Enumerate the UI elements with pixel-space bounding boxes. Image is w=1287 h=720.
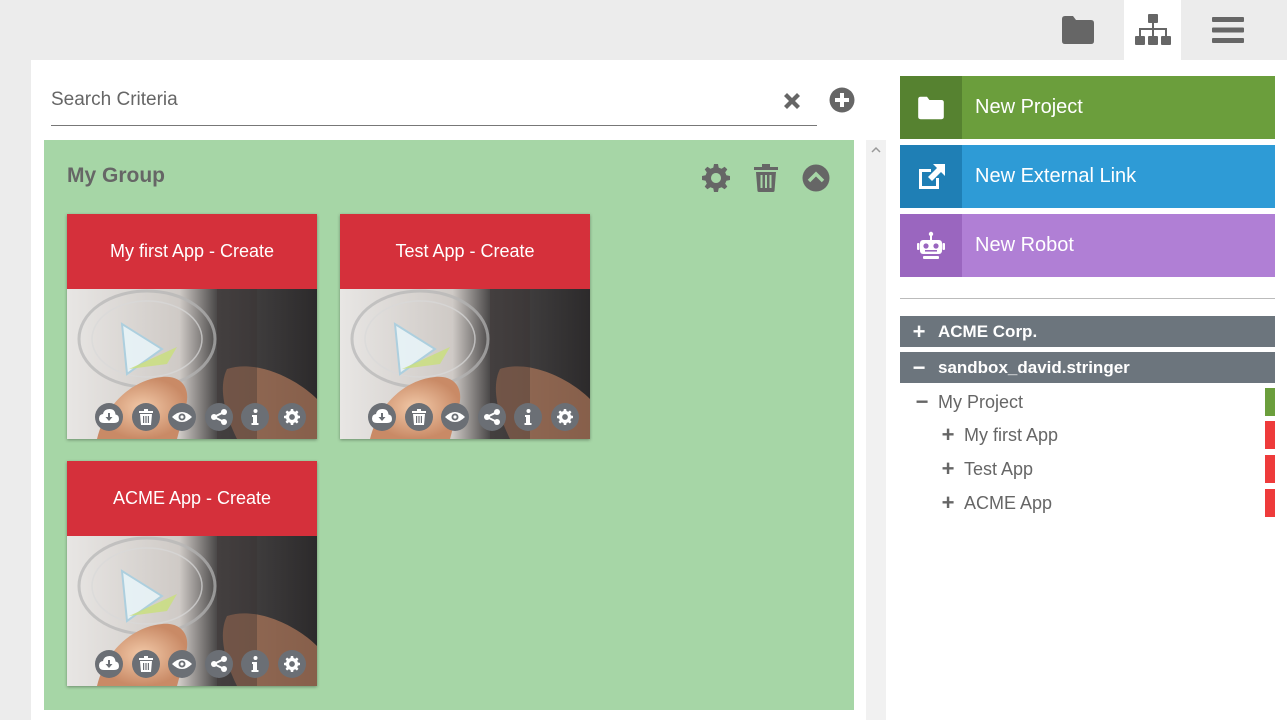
share-icon — [483, 409, 500, 425]
gear-icon — [556, 409, 573, 425]
eye-icon — [172, 412, 192, 422]
eye-icon — [172, 659, 192, 669]
tree-item-label: My first App — [964, 424, 1059, 445]
menu-nav-button[interactable] — [1199, 0, 1256, 60]
download-button[interactable] — [368, 403, 396, 431]
info-icon — [524, 409, 532, 425]
tree-item-label: My Project — [938, 391, 1024, 412]
info-button[interactable] — [514, 403, 542, 431]
view-button[interactable] — [168, 650, 196, 678]
group-collapse-button[interactable] — [802, 164, 830, 192]
eye-icon — [445, 412, 465, 422]
sitemap-nav-button[interactable] — [1124, 0, 1181, 60]
app-card-title: Test App - Create — [340, 214, 590, 289]
folder-icon — [1061, 16, 1094, 44]
app-card[interactable]: My first App - Create — [67, 214, 317, 439]
status-marker — [1265, 421, 1275, 449]
gear-icon — [702, 164, 730, 192]
delete-button[interactable] — [404, 403, 433, 431]
share-button[interactable] — [477, 403, 506, 431]
info-button[interactable] — [241, 403, 269, 431]
new-project-label: New Project — [975, 96, 1083, 118]
divider — [900, 298, 1275, 299]
tree-item-label: ACME App — [964, 492, 1053, 513]
info-button[interactable] — [241, 650, 269, 678]
share-button[interactable] — [204, 650, 233, 678]
robot-icon — [900, 214, 962, 277]
folder-icon — [900, 76, 962, 139]
tree-sandbox-label: sandbox_david.stringer — [938, 357, 1130, 377]
view-button[interactable] — [168, 403, 196, 431]
share-icon — [210, 656, 227, 672]
new-project-button[interactable]: New Project — [900, 76, 1275, 139]
download-button[interactable] — [95, 650, 123, 678]
chevron-up-circle-icon — [802, 164, 830, 192]
new-robot-button[interactable]: New Robot — [900, 214, 1275, 277]
collapse-icon: − — [915, 389, 929, 414]
search-box — [51, 76, 817, 126]
new-external-link-label: New External Link — [975, 165, 1137, 187]
folder-nav-button[interactable] — [1049, 0, 1106, 60]
app-card-title: My first App - Create — [67, 214, 317, 289]
gear-icon — [283, 656, 300, 672]
menu-icon — [1211, 17, 1244, 43]
cloud-download-icon — [99, 409, 119, 423]
top-bar — [0, 0, 1287, 60]
share-icon — [210, 409, 227, 425]
status-marker — [1265, 489, 1275, 517]
info-icon — [251, 409, 259, 425]
tree-item-app[interactable]: + My first App — [900, 420, 1275, 450]
app-card-actions — [95, 650, 306, 678]
trash-icon — [411, 409, 426, 425]
scroll-up-arrow-icon[interactable] — [870, 144, 882, 156]
cloud-download-icon — [372, 409, 392, 423]
expand-icon: + — [941, 490, 955, 515]
delete-button[interactable] — [131, 403, 160, 431]
info-icon — [251, 656, 259, 672]
group-settings-button[interactable] — [702, 164, 730, 192]
tree-item-app[interactable]: + Test App — [900, 454, 1275, 484]
trash-icon — [138, 409, 153, 425]
search-input[interactable] — [51, 86, 771, 114]
clear-search-icon[interactable] — [780, 89, 804, 113]
new-external-link-button[interactable]: New External Link — [900, 145, 1275, 208]
delete-button[interactable] — [131, 650, 160, 678]
app-card[interactable]: Test App - Create — [340, 214, 590, 439]
view-button[interactable] — [441, 403, 469, 431]
settings-button[interactable] — [550, 403, 579, 431]
app-card[interactable]: ACME App - Create — [67, 461, 317, 686]
sitemap-icon — [1134, 14, 1171, 45]
settings-button[interactable] — [277, 403, 306, 431]
group-delete-button[interactable] — [752, 164, 780, 192]
status-marker — [1265, 455, 1275, 483]
external-link-icon — [900, 145, 962, 208]
collapse-icon: − — [912, 354, 926, 380]
new-robot-label: New Robot — [975, 234, 1074, 256]
status-marker — [1265, 388, 1275, 416]
tree-org-label: ACME Corp. — [938, 321, 1038, 341]
tree-item-my-project[interactable]: − My Project — [900, 387, 1275, 417]
tree-org-acme[interactable]: + ACME Corp. — [900, 316, 1275, 347]
tree-item-app[interactable]: + ACME App — [900, 488, 1275, 518]
app-card-actions — [368, 403, 579, 431]
expand-icon: + — [941, 456, 955, 481]
scrollbar[interactable] — [866, 140, 886, 720]
tree-item-label: Test App — [964, 458, 1034, 479]
app-card-title: ACME App - Create — [67, 461, 317, 536]
trash-icon — [138, 656, 153, 672]
settings-button[interactable] — [277, 650, 306, 678]
share-button[interactable] — [204, 403, 233, 431]
tree-sandbox[interactable]: − sandbox_david.stringer — [900, 352, 1275, 383]
add-circle-icon[interactable] — [829, 87, 855, 113]
gear-icon — [283, 409, 300, 425]
app-card-actions — [95, 403, 306, 431]
download-button[interactable] — [95, 403, 123, 431]
cloud-download-icon — [99, 656, 119, 670]
expand-icon: + — [941, 422, 955, 447]
group-title: My Group — [67, 164, 165, 187]
trash-icon — [754, 164, 778, 192]
expand-icon: + — [912, 318, 926, 344]
